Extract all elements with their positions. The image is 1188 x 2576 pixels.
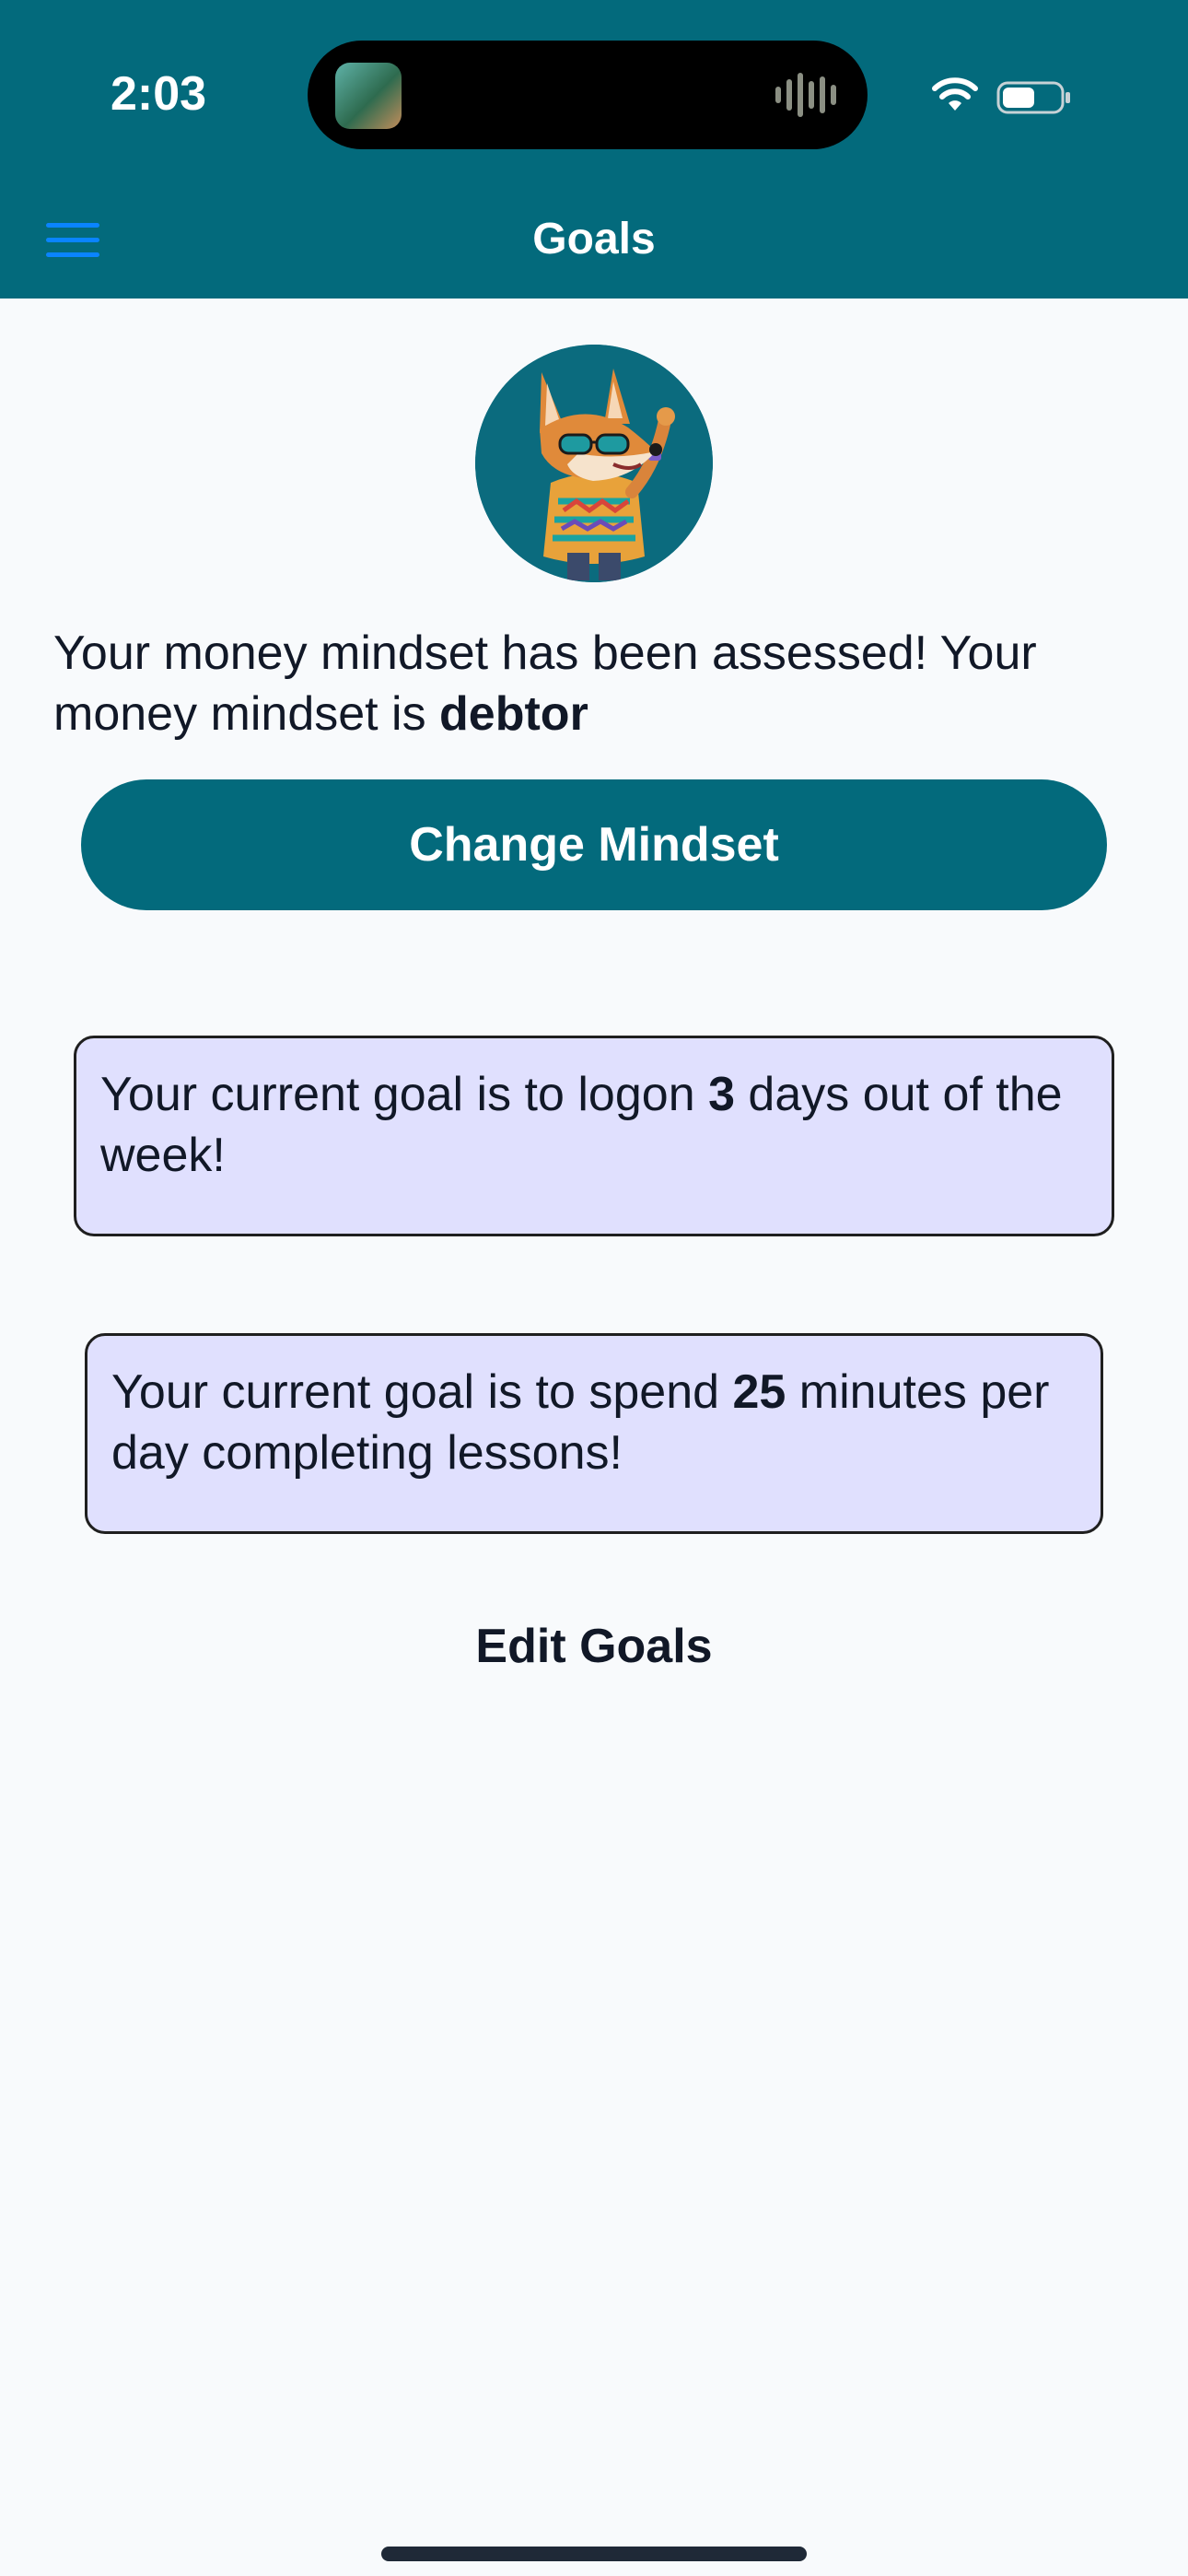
- dynamic-island: [308, 41, 868, 149]
- lesson-goal-card: Your current goal is to spend 25 minutes…: [85, 1333, 1103, 1534]
- logon-goal-days: 3: [708, 1068, 735, 1121]
- mindset-value: debtor: [439, 687, 588, 741]
- logon-goal-prefix: Your current goal is to logon: [100, 1068, 709, 1121]
- lesson-goal-prefix: Your current goal is to spend: [111, 1365, 733, 1419]
- now-playing-artwork-icon: [335, 63, 402, 129]
- lesson-goal-minutes: 25: [732, 1365, 786, 1419]
- mindset-message: Your money mindset has been assessed! Yo…: [53, 623, 1140, 744]
- status-time: 2:03: [111, 67, 207, 121]
- change-mindset-button[interactable]: Change Mindset: [81, 779, 1107, 910]
- battery-icon: [996, 81, 1070, 114]
- logon-goal-card: Your current goal is to logon 3 days out…: [74, 1036, 1114, 1236]
- header-bar: 2:03 Goals: [0, 0, 1188, 299]
- edit-goals-button[interactable]: Edit Goals: [0, 1614, 1188, 1679]
- audio-waveform-icon: [775, 72, 840, 118]
- wifi-icon: [932, 77, 978, 111]
- page-title: Goals: [532, 215, 656, 263]
- fox-mascot-avatar: [475, 345, 713, 582]
- home-indicator[interactable]: [381, 2547, 807, 2561]
